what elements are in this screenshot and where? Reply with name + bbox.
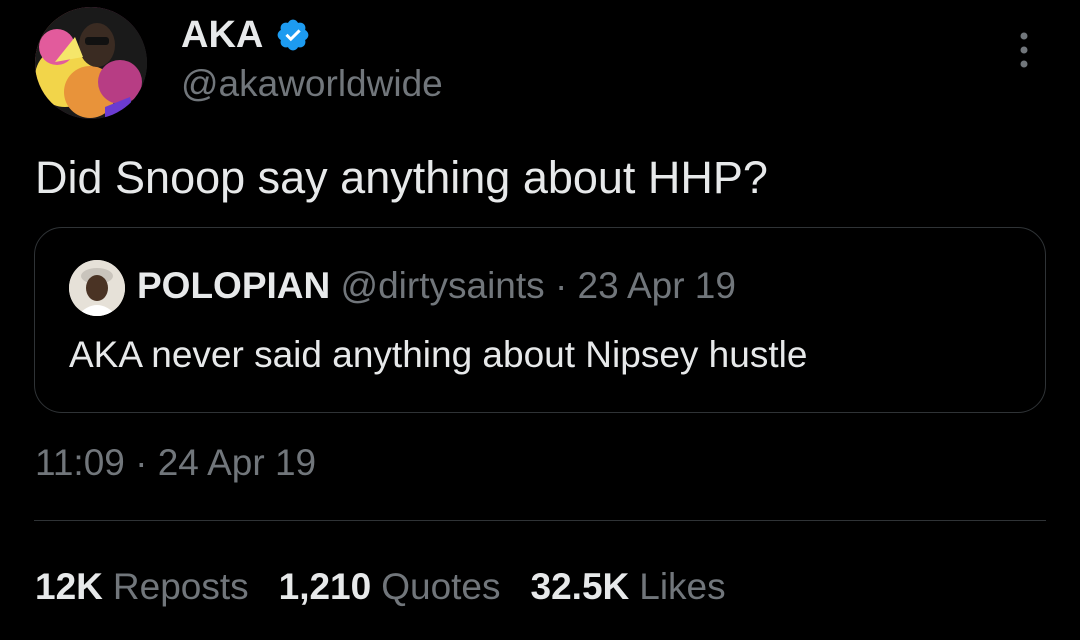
tweet-timestamp[interactable]: 11:09 · 24 Apr 19 [35,441,316,485]
likes-count: 32.5K [530,566,630,607]
quote-author-avatar[interactable] [69,260,125,316]
divider [34,520,1046,521]
author-avatar-image [35,7,147,119]
quoted-tweet-card[interactable]: POLOPIAN @dirtysaints · 23 Apr 19 AKA ne… [34,227,1046,413]
likes-stat[interactable]: 32.5K Likes [531,565,726,609]
quotes-stat[interactable]: 1,210 Quotes [279,565,501,609]
quotes-count: 1,210 [278,566,372,607]
tweet-text: Did Snoop say anything about HHP? [35,152,768,203]
likes-label: Likes [639,566,726,607]
quote-separator: · [554,265,568,306]
reposts-stat[interactable]: 12K Reposts [35,565,249,609]
author-handle[interactable]: @akaworldwide [181,62,443,106]
quotes-label: Quotes [381,566,501,607]
quote-date[interactable]: 23 Apr 19 [578,265,736,306]
reposts-label: Reposts [112,566,249,607]
author-name[interactable]: AKA [181,13,263,57]
quote-author-handle[interactable]: @dirtysaints [341,265,545,306]
author-name-row[interactable]: AKA [181,13,311,57]
quote-author-avatar-image [69,260,125,316]
verified-badge-icon [275,17,311,53]
quote-header: POLOPIAN @dirtysaints · 23 Apr 19 [137,264,736,308]
quote-text: AKA never said anything about Nipsey hus… [69,334,808,375]
quote-author-name[interactable]: POLOPIAN [137,265,330,306]
author-avatar[interactable] [35,7,147,119]
reposts-count: 12K [35,566,103,607]
engagement-stats: 12K Reposts 1,210 Quotes 32.5K Likes [35,565,756,609]
more-options-icon[interactable] [1006,30,1042,70]
